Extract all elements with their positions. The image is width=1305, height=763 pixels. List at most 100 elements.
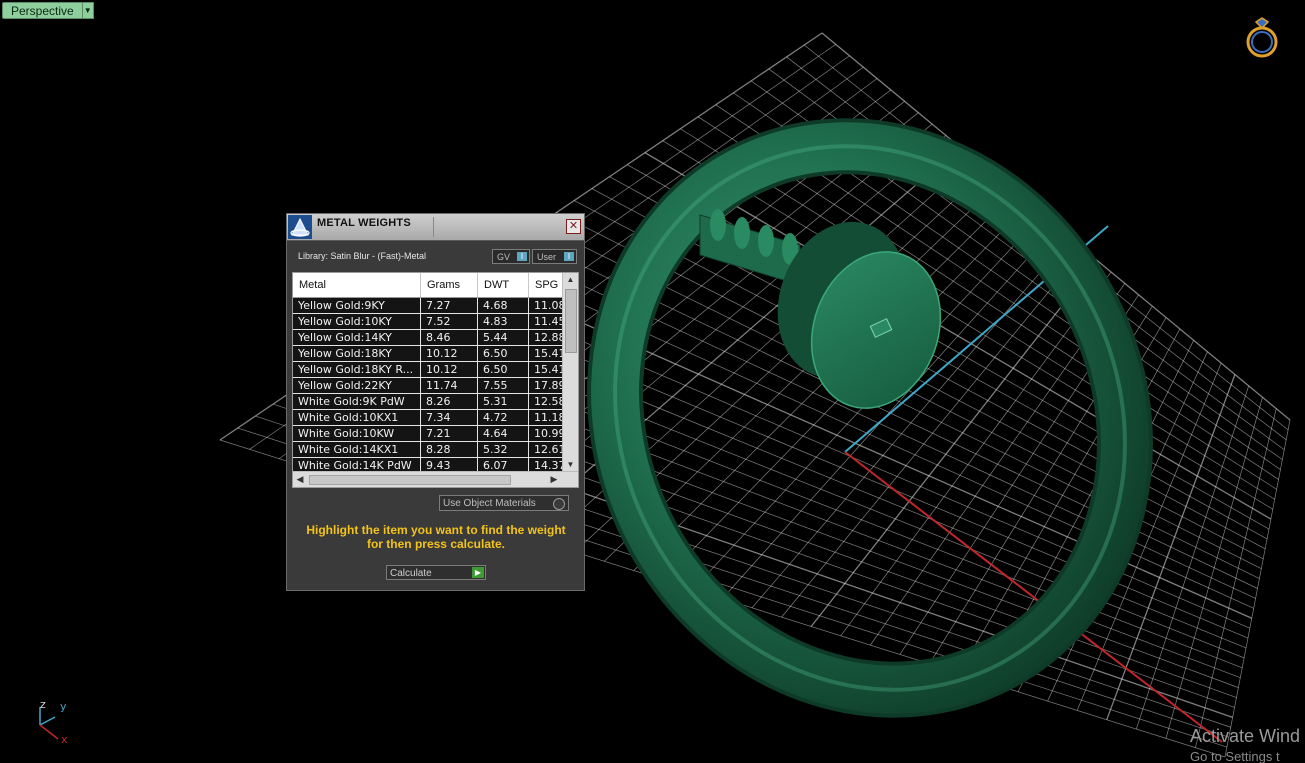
table-cell-grams: 7.21 [421,426,478,441]
scroll-left-icon[interactable]: ◀ [293,472,307,487]
scroll-right-icon[interactable]: ▶ [547,472,561,487]
header-divider [433,217,434,237]
axis-z-label: z [40,698,46,711]
table-row[interactable]: Yellow Gold:18KY R... 10.12 6.50 15.41 [293,362,563,378]
instruction-line-2: for then press calculate. [366,537,506,551]
table-row[interactable]: White Gold:9K PdW 8.26 5.31 12.58 [293,394,563,410]
column-header-dwt[interactable]: DWT [478,273,529,297]
table-cell-grams: 10.12 [421,362,478,377]
activation-watermark: Activate Wind [1190,726,1301,746]
scroll-thumb-horizontal[interactable] [309,475,511,485]
ring-model[interactable] [521,56,1220,763]
axis-y-label: y [60,700,67,713]
play-arrow-icon[interactable]: ▶ [472,567,484,578]
table-row[interactable]: White Gold:10KX1 7.34 4.72 11.18 [293,410,563,426]
table-cell-dwt: 5.32 [478,442,529,457]
scroll-up-icon[interactable]: ▲ [563,273,578,287]
calculate-button[interactable]: Calculate ▶ [386,565,486,580]
table-cell-metal: Yellow Gold:10KY [293,314,421,329]
close-icon[interactable]: ✕ [566,219,581,234]
table-cell-metal: White Gold:14KX1 [293,442,421,457]
table-row[interactable]: Yellow Gold:9KY 7.27 4.68 11.08 [293,298,563,314]
toggle-indicator-icon: I [517,252,527,261]
column-header-spg[interactable]: SPG [529,273,563,297]
table-row[interactable]: Yellow Gold:22KY 11.74 7.55 17.89 [293,378,563,394]
table-cell-spg: 11.18 [529,410,563,425]
table-cell-dwt: 5.31 [478,394,529,409]
table-cell-spg: 15.41 [529,362,563,377]
column-header-metal[interactable]: Metal [293,273,421,297]
table-cell-grams: 7.34 [421,410,478,425]
table-cell-metal: White Gold:9K PdW [293,394,421,409]
3d-viewport[interactable]: Perspective ▼ z y x Activate Wind Go to … [0,0,1305,763]
table-cell-dwt: 6.50 [478,362,529,377]
table-cell-grams: 11.74 [421,378,478,393]
table-cell-metal: Yellow Gold:18KY [293,346,421,361]
grid-line [1195,408,1277,748]
activation-watermark-sub: Go to Settings t [1190,749,1280,763]
toggle-indicator-icon: I [564,252,574,261]
library-label: Library: Satin Blur - (Fast)-Metal [298,251,427,261]
use-object-materials-toggle[interactable]: Use Object Materials [439,495,569,511]
table-row[interactable]: Yellow Gold:10KY 7.52 4.83 11.45 [293,314,563,330]
table-cell-spg: 15.41 [529,346,563,361]
table-cell-metal: Yellow Gold:22KY [293,378,421,393]
radio-icon[interactable] [553,498,565,510]
table-cell-spg: 12.61 [529,442,563,457]
table-cell-grams: 7.27 [421,298,478,313]
table-cell-dwt: 4.83 [478,314,529,329]
column-header-grams[interactable]: Grams [421,273,478,297]
table-row[interactable]: Yellow Gold:18KY 10.12 6.50 15.41 [293,346,563,362]
horizontal-scrollbar[interactable]: ◀ ▶ [293,471,578,487]
table-cell-spg: 12.58 [529,394,563,409]
table-cell-metal: White Gold:10KX1 [293,410,421,425]
table-cell-metal: Yellow Gold:9KY [293,298,421,313]
table-cell-spg: 12.88 [529,330,563,345]
table-cell-grams: 8.28 [421,442,478,457]
toggle-gv[interactable]: GV I [492,249,530,264]
toggle-user-label: User [537,252,557,262]
instruction-line-1: Highlight the item you want to find the … [306,523,566,537]
metal-weights-panel: METAL WEIGHTS ✕ Library: Satin Blur - (F… [286,213,585,591]
metal-table[interactable]: Metal Grams DWT SPG Yellow Gold:9KY 7.27 4… [292,272,579,488]
table-cell-dwt: 7.55 [478,378,529,393]
table-cell-grams: 7.52 [421,314,478,329]
toggle-user[interactable]: User I [532,249,577,264]
table-cell-spg: 17.89 [529,378,563,393]
table-cell-dwt: 4.72 [478,410,529,425]
panel-title: METAL WEIGHTS [317,217,411,229]
table-cell-dwt: 5.44 [478,330,529,345]
table-cell-metal: White Gold:10KW [293,426,421,441]
scroll-thumb[interactable] [565,289,577,353]
table-cell-spg: 11.45 [529,314,563,329]
axis-x-label: x [61,733,68,746]
table-cell-metal: Yellow Gold:14KY [293,330,421,345]
instruction-text: Highlight the item you want to find the … [297,523,575,551]
perspective-label[interactable]: Perspective [2,2,83,19]
table-row[interactable]: Yellow Gold:14KY 8.46 5.44 12.88 [293,330,563,346]
grid-line [1165,397,1263,739]
table-cell-spg: 10.99 [529,426,563,441]
table-body: Yellow Gold:9KY 7.27 4.68 11.08 Yellow Gold:… [293,298,563,474]
ring-nav-icon[interactable] [1244,16,1280,60]
use-object-materials-label: Use Object Materials [443,498,536,509]
table-cell-metal: Yellow Gold:18KY R... [293,362,421,377]
panel-header[interactable]: METAL WEIGHTS ✕ [287,214,584,241]
table-cell-grams: 10.12 [421,346,478,361]
axis-indicator: z y x [30,695,80,750]
vertical-scrollbar[interactable]: ▲ ▼ [562,273,578,472]
table-cell-grams: 8.46 [421,330,478,345]
scroll-down-icon[interactable]: ▼ [563,458,578,472]
chevron-down-icon[interactable]: ▼ [82,2,94,19]
table-row[interactable]: White Gold:14KX1 8.28 5.32 12.61 [293,442,563,458]
table-row[interactable]: White Gold:10KW 7.21 4.64 10.99 [293,426,563,442]
calculate-label: Calculate [390,568,432,579]
app-logo-icon [288,215,312,239]
table-cell-dwt: 4.68 [478,298,529,313]
table-cell-grams: 8.26 [421,394,478,409]
scene-canvas[interactable] [0,0,1305,763]
toggle-gv-label: GV [497,252,511,262]
viewport-mode-selector[interactable]: Perspective ▼ [2,2,94,19]
table-cell-dwt: 6.50 [478,346,529,361]
table-cell-spg: 11.08 [529,298,563,313]
